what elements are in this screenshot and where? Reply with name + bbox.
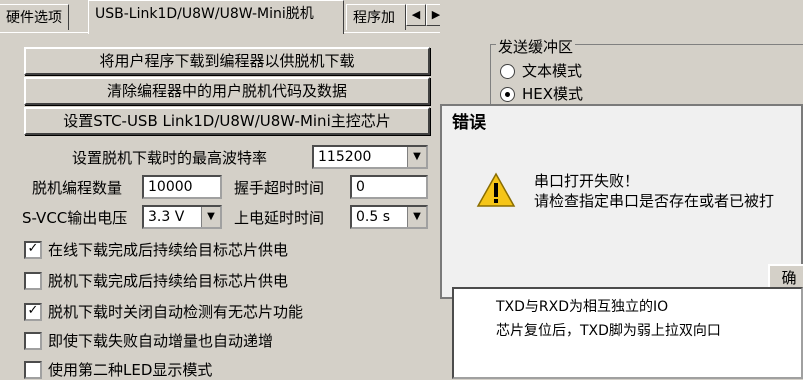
handshake-label: 握手超时时间 [234, 179, 325, 197]
baud-select[interactable]: 115200 ▼ [312, 145, 428, 169]
chevron-down-icon[interactable]: ▼ [407, 147, 426, 167]
baud-value: 115200 [318, 149, 372, 165]
checkbox-label: 在线下载完成后持续给目标芯片供电 [48, 241, 289, 259]
checkbox-label: 使用第二种LED显示模式 [48, 361, 213, 379]
info-line: TXD与RXD为相互独立的IO [496, 299, 669, 315]
tab-bar: 硬件选项 USB-Link1D/U8W/U8W-Mini脱机 程序加 ◀ ▶ [0, 0, 490, 34]
checkbox-second-led-mode[interactable] [24, 361, 42, 379]
checkbox-label: 即使下载失败自动增量也自动递增 [48, 332, 274, 350]
tab-usb-link-offline[interactable]: USB-Link1D/U8W/U8W-Mini脱机 [88, 0, 344, 34]
dialog-body: 串口打开失败！ 请检查指定串口是否存在或者已被打 确 [442, 140, 803, 297]
arrow-left-icon: ◀ [411, 8, 421, 21]
download-to-programmer-button[interactable]: 将用户程序下载到编程器以供脱机下载 [24, 47, 430, 75]
tab-label: USB-Link1D/U8W/U8W-Mini脱机 [95, 6, 314, 22]
radio-text-mode[interactable] [500, 64, 515, 79]
offline-settings-panel: 将用户程序下载到编程器以供脱机下载 清除编程器中的用户脱机代码及数据 设置STC… [0, 32, 440, 379]
radio-label: HEX模式 [522, 85, 584, 103]
send-buffer-title: 发送缓冲区 [496, 36, 576, 57]
tab-label: 程序加 [353, 10, 395, 26]
radio-dot [505, 92, 510, 97]
power-delay-select[interactable]: 0.5 s ▼ [350, 205, 428, 229]
svcc-label: S-VCC输出电压 [22, 209, 128, 227]
chevron-down-icon[interactable]: ▼ [201, 207, 220, 227]
svcc-select[interactable]: 3.3 V ▼ [142, 205, 222, 229]
clear-offline-code-button[interactable]: 清除编程器中的用户脱机代码及数据 [24, 77, 430, 105]
chevron-down-icon[interactable]: ▼ [407, 207, 426, 227]
checkbox-auto-increment-on-fail[interactable] [24, 332, 42, 350]
count-input[interactable]: 10000 [142, 175, 222, 199]
info-line: 芯片复位后，TXD脚为弱上拉双向口 [496, 323, 721, 339]
radio-hex-mode[interactable] [500, 87, 515, 102]
count-label: 脱机编程数量 [32, 179, 123, 197]
dialog-title: 错误 [442, 106, 801, 140]
tab-scroll-left-button[interactable]: ◀ [406, 4, 426, 26]
warning-icon [476, 172, 516, 207]
checkbox-disable-chip-detect[interactable]: ✓ [24, 303, 42, 321]
tab-label: 硬件选项 [6, 10, 62, 26]
power-delay-value: 0.5 s [356, 209, 391, 225]
checkbox-power-after-online[interactable]: ✓ [24, 241, 42, 259]
radio-label: 文本模式 [522, 62, 583, 80]
arrow-right-icon: ▶ [431, 8, 441, 21]
baud-label: 设置脱机下载时的最高波特率 [72, 149, 268, 167]
info-textarea[interactable]: TXD与RXD为相互独立的IO 芯片复位后，TXD脚为弱上拉双向口 [452, 287, 803, 379]
dialog-message-line1: 串口打开失败！ [534, 172, 640, 190]
error-dialog: 错误 串口打开失败！ 请检查指定串口是否存在或者已被打 确 [440, 104, 803, 299]
svcc-value: 3.3 V [148, 209, 185, 225]
power-delay-label: 上电延时时间 [234, 209, 325, 227]
set-master-chip-button[interactable]: 设置STC-USB Link1D/U8W/U8W-Mini主控芯片 [24, 107, 430, 135]
dialog-message-line2: 请检查指定串口是否存在或者已被打 [534, 192, 775, 210]
checkbox-power-after-offline[interactable] [24, 272, 42, 290]
checkbox-label: 脱机下载时关闭自动检测有无芯片功能 [48, 303, 304, 321]
tab-hardware-options[interactable]: 硬件选项 [0, 4, 69, 30]
tab-program-encrypt[interactable]: 程序加 [346, 4, 406, 30]
checkbox-label: 脱机下载完成后持续给目标芯片供电 [48, 272, 289, 290]
handshake-input[interactable]: 0 [350, 175, 428, 199]
